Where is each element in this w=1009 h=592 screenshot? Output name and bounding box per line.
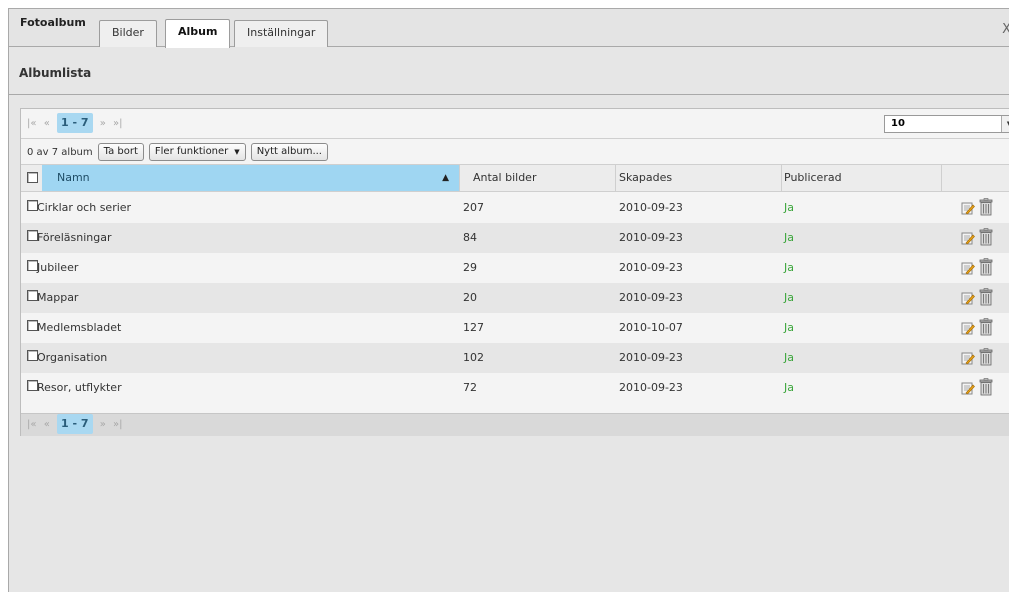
page-size-value: 10 <box>891 118 905 129</box>
pager-next[interactable]: » <box>100 118 106 129</box>
sort-asc-icon: ▲ <box>442 173 449 183</box>
album-grid: |« « 1 - 7 » »| 10 ▼ 0 av 7 album Ta bor… <box>20 108 1009 436</box>
album-image-count: 102 <box>463 351 484 364</box>
pager-last[interactable]: »| <box>113 419 123 430</box>
album-created-date: 2010-10-07 <box>619 321 683 334</box>
album-count: 0 av 7 album <box>27 146 93 158</box>
trash-icon[interactable] <box>979 318 993 336</box>
album-name[interactable]: Resor, utflykter <box>37 373 122 403</box>
more-functions-button[interactable]: Fler funktioner ▼ <box>148 143 246 161</box>
tab-installningar[interactable]: Inställningar <box>234 20 329 47</box>
trash-icon[interactable] <box>979 258 993 276</box>
album-name[interactable]: Medlemsbladet <box>37 313 121 343</box>
album-created-date: 2010-09-23 <box>619 381 683 394</box>
edit-icon[interactable] <box>961 321 975 335</box>
trash-icon[interactable] <box>979 348 993 366</box>
select-all-checkbox[interactable] <box>27 172 38 183</box>
pager-current: 1 - 7 <box>57 414 93 434</box>
album-image-count: 127 <box>463 321 484 334</box>
more-functions-label: Fler funktioner <box>154 146 229 157</box>
delete-button[interactable]: Ta bort <box>97 143 144 161</box>
section-divider <box>9 94 1009 95</box>
pager-first[interactable]: |« <box>27 419 37 430</box>
album-published: Ja <box>784 321 794 334</box>
trash-icon[interactable] <box>979 378 993 396</box>
edit-icon[interactable] <box>961 291 975 305</box>
pager-prev[interactable]: « <box>44 118 50 129</box>
edit-icon[interactable] <box>961 201 975 215</box>
table-row[interactable]: Jubileer 29 2010-09-23 Ja <box>21 253 1009 283</box>
pager-current: 1 - 7 <box>57 113 93 133</box>
table-row[interactable]: Föreläsningar 84 2010-09-23 Ja <box>21 223 1009 253</box>
album-created-date: 2010-09-23 <box>619 291 683 304</box>
album-published: Ja <box>784 261 794 274</box>
edit-icon[interactable] <box>961 381 975 395</box>
column-header-name-label: Namn <box>57 171 90 184</box>
table-header: Namn ▲ Antal bilder Skapades Publicerad <box>21 164 1009 192</box>
album-published: Ja <box>784 291 794 304</box>
column-header-name[interactable]: Namn ▲ <box>42 165 460 191</box>
album-name[interactable]: Jubileer <box>37 253 78 283</box>
album-created-date: 2010-09-23 <box>619 231 683 244</box>
edit-icon[interactable] <box>961 261 975 275</box>
fotoalbum-window: Fotoalbum Bilder Album Inställningar X A… <box>8 8 1009 592</box>
column-header-published[interactable]: Publicerad <box>782 165 942 191</box>
tab-bilder[interactable]: Bilder <box>99 20 157 47</box>
pager-first[interactable]: |« <box>27 118 37 129</box>
edit-icon[interactable] <box>961 231 975 245</box>
table-row[interactable]: Medlemsbladet 127 2010-10-07 Ja <box>21 313 1009 343</box>
app-title: Fotoalbum <box>20 16 86 29</box>
edit-icon[interactable] <box>961 351 975 365</box>
chevron-down-icon[interactable]: ▼ <box>1001 116 1009 132</box>
table-row[interactable]: Organisation 102 2010-09-23 Ja <box>21 343 1009 373</box>
album-name[interactable]: Cirklar och serier <box>37 193 131 223</box>
album-created-date: 2010-09-23 <box>619 261 683 274</box>
tab-album[interactable]: Album <box>165 19 231 48</box>
page-size-select[interactable]: 10 ▼ <box>884 115 1009 133</box>
album-image-count: 207 <box>463 201 484 214</box>
table-row[interactable]: Resor, utflykter 72 2010-09-23 Ja <box>21 373 1009 403</box>
table-row[interactable]: Cirklar och serier 207 2010-09-23 Ja <box>21 193 1009 223</box>
trash-icon[interactable] <box>979 288 993 306</box>
album-name[interactable]: Föreläsningar <box>37 223 112 253</box>
column-header-count[interactable]: Antal bilder <box>460 165 616 191</box>
album-created-date: 2010-09-23 <box>619 201 683 214</box>
album-image-count: 29 <box>463 261 477 274</box>
toolbar: 0 av 7 album Ta bort Fler funktioner ▼ Ny… <box>27 142 328 162</box>
album-name[interactable]: Mappar <box>37 283 78 313</box>
close-icon[interactable]: X <box>1002 22 1009 37</box>
album-published: Ja <box>784 351 794 364</box>
album-image-count: 84 <box>463 231 477 244</box>
trash-icon[interactable] <box>979 228 993 246</box>
top-pager: |« « 1 - 7 » »| <box>21 113 127 135</box>
album-created-date: 2010-09-23 <box>619 351 683 364</box>
page-title: Albumlista <box>19 66 92 80</box>
toolbar-divider <box>21 138 1009 139</box>
album-name[interactable]: Organisation <box>37 343 107 373</box>
bottom-pager: |« « 1 - 7 » »| <box>21 413 1009 436</box>
album-image-count: 72 <box>463 381 477 394</box>
album-published: Ja <box>784 231 794 244</box>
table-row[interactable]: Mappar 20 2010-09-23 Ja <box>21 283 1009 313</box>
new-album-button[interactable]: Nytt album... <box>250 143 328 161</box>
album-published: Ja <box>784 201 794 214</box>
album-published: Ja <box>784 381 794 394</box>
album-image-count: 20 <box>463 291 477 304</box>
pager-last[interactable]: »| <box>113 118 123 129</box>
pager-prev[interactable]: « <box>44 419 50 430</box>
pager-next[interactable]: » <box>100 419 106 430</box>
chevron-down-icon: ▼ <box>234 148 240 156</box>
trash-icon[interactable] <box>979 198 993 216</box>
tab-bar: Fotoalbum Bilder Album Inställningar X <box>9 9 1009 48</box>
column-header-created[interactable]: Skapades <box>616 165 782 191</box>
